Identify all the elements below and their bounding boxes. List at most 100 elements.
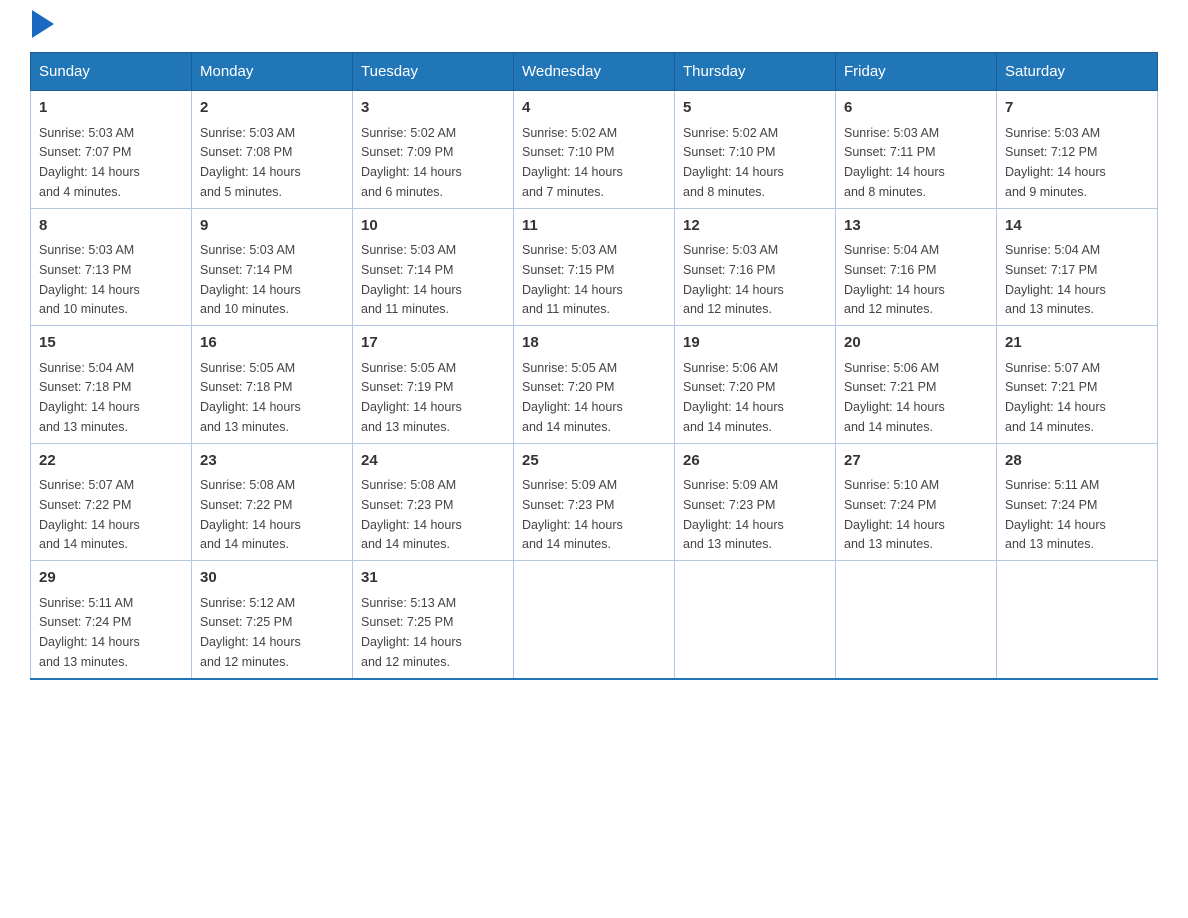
calendar-cell: 4 Sunrise: 5:02 AMSunset: 7:10 PMDayligh… — [514, 91, 675, 209]
day-info: Sunrise: 5:10 AMSunset: 7:24 PMDaylight:… — [844, 478, 945, 551]
calendar-cell: 5 Sunrise: 5:02 AMSunset: 7:10 PMDayligh… — [675, 91, 836, 209]
day-number: 18 — [522, 332, 666, 355]
day-number: 29 — [39, 567, 183, 590]
week-row-3: 15 Sunrise: 5:04 AMSunset: 7:18 PMDaylig… — [31, 326, 1158, 444]
day-header-sunday: Sunday — [31, 53, 192, 91]
day-header-wednesday: Wednesday — [514, 53, 675, 91]
day-info: Sunrise: 5:07 AMSunset: 7:22 PMDaylight:… — [39, 478, 140, 551]
calendar-cell: 18 Sunrise: 5:05 AMSunset: 7:20 PMDaylig… — [514, 326, 675, 444]
day-number: 3 — [361, 97, 505, 120]
calendar-cell: 20 Sunrise: 5:06 AMSunset: 7:21 PMDaylig… — [836, 326, 997, 444]
day-number: 28 — [1005, 450, 1149, 473]
calendar-cell — [836, 561, 997, 679]
day-info: Sunrise: 5:03 AMSunset: 7:07 PMDaylight:… — [39, 126, 140, 199]
day-number: 23 — [200, 450, 344, 473]
day-info: Sunrise: 5:11 AMSunset: 7:24 PMDaylight:… — [39, 596, 140, 669]
day-number: 17 — [361, 332, 505, 355]
day-info: Sunrise: 5:04 AMSunset: 7:16 PMDaylight:… — [844, 243, 945, 316]
calendar-cell: 30 Sunrise: 5:12 AMSunset: 7:25 PMDaylig… — [192, 561, 353, 679]
calendar-cell: 13 Sunrise: 5:04 AMSunset: 7:16 PMDaylig… — [836, 208, 997, 326]
day-info: Sunrise: 5:12 AMSunset: 7:25 PMDaylight:… — [200, 596, 301, 669]
week-row-2: 8 Sunrise: 5:03 AMSunset: 7:13 PMDayligh… — [31, 208, 1158, 326]
day-number: 5 — [683, 97, 827, 120]
day-number: 31 — [361, 567, 505, 590]
day-number: 8 — [39, 215, 183, 238]
day-number: 6 — [844, 97, 988, 120]
calendar-cell: 9 Sunrise: 5:03 AMSunset: 7:14 PMDayligh… — [192, 208, 353, 326]
day-number: 1 — [39, 97, 183, 120]
calendar-cell: 8 Sunrise: 5:03 AMSunset: 7:13 PMDayligh… — [31, 208, 192, 326]
calendar-cell: 23 Sunrise: 5:08 AMSunset: 7:22 PMDaylig… — [192, 443, 353, 561]
day-number: 22 — [39, 450, 183, 473]
day-info: Sunrise: 5:08 AMSunset: 7:23 PMDaylight:… — [361, 478, 462, 551]
day-info: Sunrise: 5:13 AMSunset: 7:25 PMDaylight:… — [361, 596, 462, 669]
calendar-cell — [997, 561, 1158, 679]
page-header — [30, 20, 1158, 32]
day-number: 10 — [361, 215, 505, 238]
day-info: Sunrise: 5:05 AMSunset: 7:19 PMDaylight:… — [361, 361, 462, 434]
day-number: 26 — [683, 450, 827, 473]
day-info: Sunrise: 5:09 AMSunset: 7:23 PMDaylight:… — [683, 478, 784, 551]
day-header-thursday: Thursday — [675, 53, 836, 91]
calendar-cell: 1 Sunrise: 5:03 AMSunset: 7:07 PMDayligh… — [31, 91, 192, 209]
day-header-tuesday: Tuesday — [353, 53, 514, 91]
day-number: 4 — [522, 97, 666, 120]
calendar-cell: 15 Sunrise: 5:04 AMSunset: 7:18 PMDaylig… — [31, 326, 192, 444]
day-number: 2 — [200, 97, 344, 120]
day-number: 9 — [200, 215, 344, 238]
calendar-cell: 27 Sunrise: 5:10 AMSunset: 7:24 PMDaylig… — [836, 443, 997, 561]
day-info: Sunrise: 5:09 AMSunset: 7:23 PMDaylight:… — [522, 478, 623, 551]
calendar-cell: 17 Sunrise: 5:05 AMSunset: 7:19 PMDaylig… — [353, 326, 514, 444]
calendar-table: SundayMondayTuesdayWednesdayThursdayFrid… — [30, 52, 1158, 680]
calendar-cell: 21 Sunrise: 5:07 AMSunset: 7:21 PMDaylig… — [997, 326, 1158, 444]
day-info: Sunrise: 5:06 AMSunset: 7:20 PMDaylight:… — [683, 361, 784, 434]
day-header-saturday: Saturday — [997, 53, 1158, 91]
day-info: Sunrise: 5:03 AMSunset: 7:11 PMDaylight:… — [844, 126, 945, 199]
calendar-cell: 14 Sunrise: 5:04 AMSunset: 7:17 PMDaylig… — [997, 208, 1158, 326]
day-number: 25 — [522, 450, 666, 473]
day-info: Sunrise: 5:03 AMSunset: 7:08 PMDaylight:… — [200, 126, 301, 199]
logo-triangle-icon — [32, 10, 54, 38]
day-info: Sunrise: 5:05 AMSunset: 7:20 PMDaylight:… — [522, 361, 623, 434]
week-row-5: 29 Sunrise: 5:11 AMSunset: 7:24 PMDaylig… — [31, 561, 1158, 679]
day-number: 30 — [200, 567, 344, 590]
calendar-cell: 28 Sunrise: 5:11 AMSunset: 7:24 PMDaylig… — [997, 443, 1158, 561]
day-header-friday: Friday — [836, 53, 997, 91]
day-number: 19 — [683, 332, 827, 355]
day-number: 16 — [200, 332, 344, 355]
calendar-cell: 22 Sunrise: 5:07 AMSunset: 7:22 PMDaylig… — [31, 443, 192, 561]
day-number: 21 — [1005, 332, 1149, 355]
day-info: Sunrise: 5:03 AMSunset: 7:15 PMDaylight:… — [522, 243, 623, 316]
day-info: Sunrise: 5:02 AMSunset: 7:09 PMDaylight:… — [361, 126, 462, 199]
calendar-cell: 19 Sunrise: 5:06 AMSunset: 7:20 PMDaylig… — [675, 326, 836, 444]
calendar-cell: 2 Sunrise: 5:03 AMSunset: 7:08 PMDayligh… — [192, 91, 353, 209]
day-info: Sunrise: 5:03 AMSunset: 7:16 PMDaylight:… — [683, 243, 784, 316]
calendar-cell: 25 Sunrise: 5:09 AMSunset: 7:23 PMDaylig… — [514, 443, 675, 561]
calendar-cell: 29 Sunrise: 5:11 AMSunset: 7:24 PMDaylig… — [31, 561, 192, 679]
day-number: 20 — [844, 332, 988, 355]
day-info: Sunrise: 5:03 AMSunset: 7:14 PMDaylight:… — [361, 243, 462, 316]
day-info: Sunrise: 5:03 AMSunset: 7:12 PMDaylight:… — [1005, 126, 1106, 199]
day-info: Sunrise: 5:11 AMSunset: 7:24 PMDaylight:… — [1005, 478, 1106, 551]
calendar-cell: 31 Sunrise: 5:13 AMSunset: 7:25 PMDaylig… — [353, 561, 514, 679]
day-number: 14 — [1005, 215, 1149, 238]
day-info: Sunrise: 5:06 AMSunset: 7:21 PMDaylight:… — [844, 361, 945, 434]
day-info: Sunrise: 5:02 AMSunset: 7:10 PMDaylight:… — [683, 126, 784, 199]
day-info: Sunrise: 5:03 AMSunset: 7:14 PMDaylight:… — [200, 243, 301, 316]
calendar-cell: 6 Sunrise: 5:03 AMSunset: 7:11 PMDayligh… — [836, 91, 997, 209]
calendar-cell — [675, 561, 836, 679]
day-info: Sunrise: 5:08 AMSunset: 7:22 PMDaylight:… — [200, 478, 301, 551]
calendar-header-row: SundayMondayTuesdayWednesdayThursdayFrid… — [31, 53, 1158, 91]
calendar-cell: 12 Sunrise: 5:03 AMSunset: 7:16 PMDaylig… — [675, 208, 836, 326]
day-number: 13 — [844, 215, 988, 238]
calendar-cell: 11 Sunrise: 5:03 AMSunset: 7:15 PMDaylig… — [514, 208, 675, 326]
day-info: Sunrise: 5:05 AMSunset: 7:18 PMDaylight:… — [200, 361, 301, 434]
day-number: 12 — [683, 215, 827, 238]
day-info: Sunrise: 5:04 AMSunset: 7:18 PMDaylight:… — [39, 361, 140, 434]
day-number: 27 — [844, 450, 988, 473]
calendar-cell: 16 Sunrise: 5:05 AMSunset: 7:18 PMDaylig… — [192, 326, 353, 444]
day-info: Sunrise: 5:02 AMSunset: 7:10 PMDaylight:… — [522, 126, 623, 199]
calendar-cell: 24 Sunrise: 5:08 AMSunset: 7:23 PMDaylig… — [353, 443, 514, 561]
calendar-cell: 3 Sunrise: 5:02 AMSunset: 7:09 PMDayligh… — [353, 91, 514, 209]
day-info: Sunrise: 5:03 AMSunset: 7:13 PMDaylight:… — [39, 243, 140, 316]
